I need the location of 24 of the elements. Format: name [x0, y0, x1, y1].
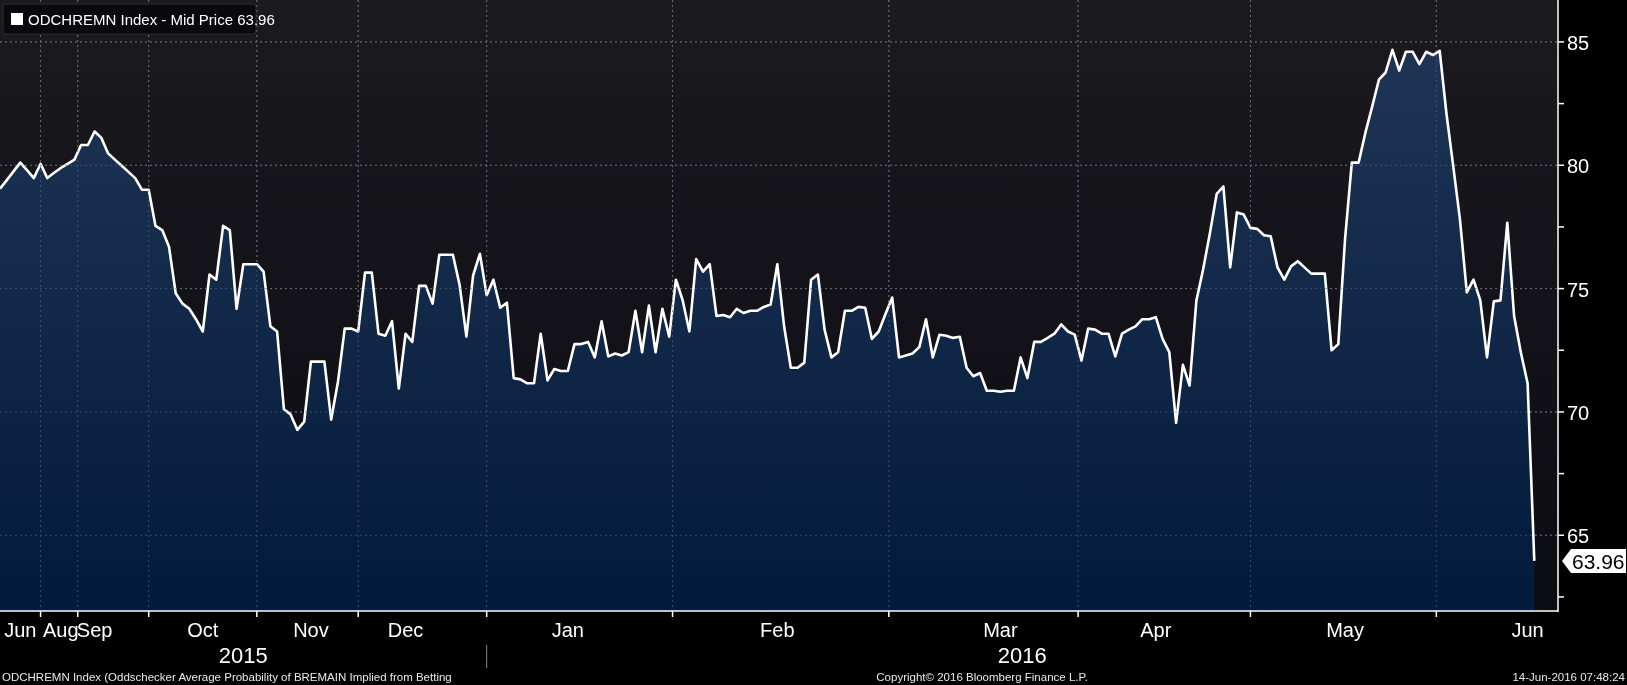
- timestamp: 14-Jun-2016 07:48:24: [1512, 670, 1625, 683]
- copyright-notice: Copyright© 2016 Bloomberg Finance L.P.: [876, 670, 1088, 683]
- chart-description: ODCHREMN Index (Oddschecker Average Probability of BREMAIN Implied from Betting: [2, 670, 452, 683]
- last-value-tag: 63.96: [1562, 548, 1626, 573]
- y-tick-label: 80: [1567, 155, 1590, 178]
- legend-swatch-icon: [11, 13, 23, 25]
- y-tick-label: 65: [1567, 525, 1590, 548]
- y-tick-label: 75: [1567, 278, 1590, 301]
- year-label: 2016: [997, 643, 1047, 668]
- legend-label: ODCHREMN Index - Mid Price 63.96: [28, 11, 275, 28]
- x-tick-label: Mar: [983, 619, 1018, 641]
- x-tick-label: Apr: [1140, 619, 1172, 641]
- x-tick-label: Feb: [760, 619, 795, 641]
- x-tick-label: Oct: [187, 619, 219, 641]
- y-tick-label: 85: [1567, 31, 1590, 54]
- x-tick-label: Jan: [551, 619, 584, 641]
- x-tick-label: Nov: [293, 619, 329, 641]
- x-tick-label: Aug: [43, 619, 79, 641]
- x-tick-label: Dec: [387, 619, 424, 641]
- x-tick-label: May: [1326, 619, 1364, 641]
- year-label: 2015: [218, 643, 268, 668]
- x-tick-label: Jun: [1511, 619, 1544, 641]
- y-tick-label: 70: [1567, 401, 1590, 424]
- x-tick-label: Jun: [4, 619, 37, 641]
